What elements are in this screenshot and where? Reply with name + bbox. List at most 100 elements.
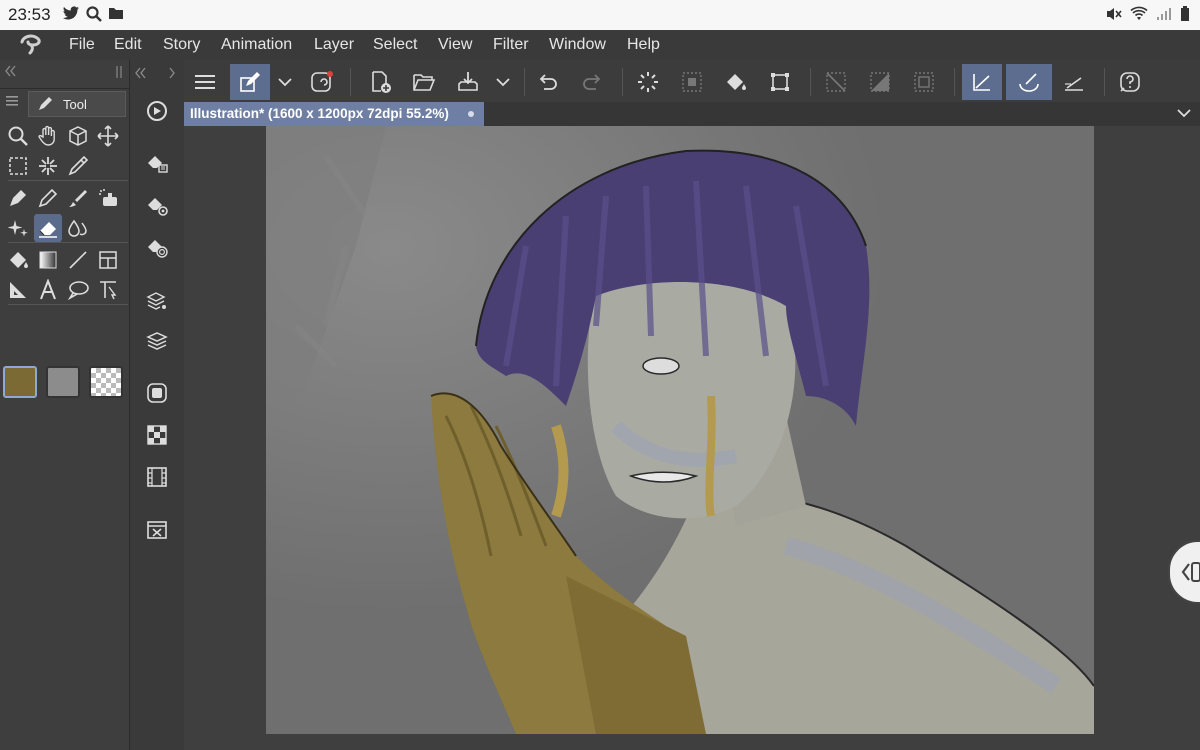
edit-dropdown-button[interactable] bbox=[270, 64, 300, 100]
pencil-tool[interactable] bbox=[34, 184, 62, 212]
snap-to-grid-button[interactable] bbox=[1054, 64, 1094, 100]
balloon-tool[interactable] bbox=[64, 276, 92, 304]
collapse-rail-icon[interactable] bbox=[134, 66, 146, 80]
zoom-tool[interactable] bbox=[4, 122, 32, 150]
invert-selection-button[interactable] bbox=[860, 64, 900, 100]
paint-bucket-icon bbox=[7, 249, 29, 271]
material-button[interactable] bbox=[142, 420, 172, 450]
clear-button[interactable] bbox=[628, 64, 668, 100]
navigator-button[interactable] bbox=[142, 96, 172, 126]
open-folder-icon bbox=[412, 70, 436, 94]
canvas-area[interactable] bbox=[184, 126, 1200, 750]
text-tool[interactable] bbox=[34, 276, 62, 304]
brush-tool[interactable] bbox=[64, 184, 92, 212]
menu-file[interactable]: File bbox=[69, 36, 95, 54]
tool-property-button[interactable] bbox=[142, 148, 172, 178]
tabs-chevron-down-icon[interactable] bbox=[1176, 107, 1192, 119]
menu-layer[interactable]: Layer bbox=[314, 36, 354, 54]
spiral-record-icon bbox=[309, 70, 335, 94]
airbrush-tool[interactable] bbox=[94, 184, 122, 212]
tool-divider bbox=[8, 180, 128, 181]
brush-size-button[interactable] bbox=[142, 190, 172, 220]
clear-outside-selection-button[interactable] bbox=[672, 64, 712, 100]
menu-edit[interactable]: Edit bbox=[114, 36, 142, 54]
figure-tool[interactable] bbox=[64, 246, 92, 274]
airbrush-icon bbox=[97, 187, 119, 209]
correct-line-tool[interactable] bbox=[94, 276, 122, 304]
illustration-canvas[interactable] bbox=[266, 126, 1094, 734]
snap-to-special-ruler-button[interactable] bbox=[1006, 64, 1052, 100]
pen-tool[interactable] bbox=[4, 184, 32, 212]
panel-grip-icon[interactable] bbox=[114, 65, 124, 79]
chevron-left-icon bbox=[1180, 560, 1200, 584]
deselect-button[interactable] bbox=[816, 64, 856, 100]
status-right-icons bbox=[1106, 6, 1190, 22]
ruler-tool[interactable] bbox=[4, 276, 32, 304]
navigator-icon bbox=[145, 99, 169, 123]
menu-bar: File Edit Story Animation Layer Select V… bbox=[0, 30, 1200, 61]
open-button[interactable] bbox=[404, 64, 444, 100]
fill-tool[interactable] bbox=[4, 246, 32, 274]
sub-tool-button[interactable] bbox=[142, 232, 172, 262]
main-menu-button[interactable] bbox=[186, 64, 226, 100]
menu-animation[interactable]: Animation bbox=[221, 36, 292, 54]
edit-toggle-button[interactable] bbox=[230, 64, 270, 100]
menu-window[interactable]: Window bbox=[549, 36, 606, 54]
redo-button[interactable] bbox=[572, 64, 612, 100]
clip-studio-button[interactable] bbox=[302, 64, 342, 100]
new-button[interactable] bbox=[360, 64, 400, 100]
unsaved-dot-icon[interactable] bbox=[468, 111, 474, 117]
tool-panel: Tool bbox=[0, 60, 130, 750]
menu-story[interactable]: Story bbox=[163, 36, 200, 54]
auto-select-tool[interactable] bbox=[34, 152, 62, 180]
tool-panel-tabs: Tool bbox=[0, 89, 129, 117]
fill-button[interactable] bbox=[716, 64, 756, 100]
transparent-color-swatch[interactable] bbox=[89, 366, 123, 398]
menu-filter[interactable]: Filter bbox=[493, 36, 529, 54]
transform-icon bbox=[768, 70, 792, 94]
expand-rail-icon[interactable] bbox=[168, 66, 176, 80]
pencil-tool-icon bbox=[37, 187, 59, 209]
main-color-swatch[interactable] bbox=[3, 366, 37, 398]
frame-border-tool[interactable] bbox=[94, 246, 122, 274]
sub-color-swatch[interactable] bbox=[46, 366, 80, 398]
color-circle-button[interactable] bbox=[142, 378, 172, 408]
document-tab[interactable]: Illustration* (1600 x 1200px 72dpi 55.2%… bbox=[184, 102, 484, 126]
layer-button[interactable] bbox=[142, 326, 172, 356]
layer-property-button[interactable] bbox=[142, 286, 172, 316]
save-button[interactable] bbox=[448, 64, 488, 100]
tool-panel-header bbox=[0, 60, 129, 89]
clip-studio-logo-icon[interactable] bbox=[18, 34, 44, 56]
decoration-tool[interactable] bbox=[4, 214, 32, 242]
gradient-tool[interactable] bbox=[34, 246, 62, 274]
transform-button[interactable] bbox=[760, 64, 800, 100]
selection-tool[interactable] bbox=[4, 152, 32, 180]
snap-to-ruler-button[interactable] bbox=[962, 64, 1002, 100]
material-grid-icon bbox=[145, 423, 169, 447]
menu-help[interactable]: Help bbox=[627, 36, 660, 54]
hand-tool[interactable] bbox=[34, 122, 62, 150]
toolbar-separator bbox=[524, 68, 525, 96]
help-button[interactable] bbox=[1110, 64, 1150, 100]
search-icon bbox=[86, 6, 102, 22]
eyedropper-tool[interactable] bbox=[64, 152, 92, 180]
panel-menu-icon[interactable] bbox=[6, 95, 18, 107]
undo-button[interactable] bbox=[528, 64, 568, 100]
toolbar-separator bbox=[622, 68, 623, 96]
tab-tool[interactable]: Tool bbox=[28, 91, 126, 117]
eyedropper-icon bbox=[67, 155, 89, 177]
collapse-left-icon[interactable] bbox=[4, 64, 16, 78]
object-3d-tool[interactable] bbox=[64, 122, 92, 150]
command-bar bbox=[184, 60, 1200, 103]
save-dropdown-button[interactable] bbox=[488, 64, 518, 100]
show-selection-button[interactable] bbox=[904, 64, 944, 100]
color-square-icon bbox=[145, 381, 169, 405]
timeline-button[interactable] bbox=[142, 462, 172, 492]
menu-view[interactable]: View bbox=[438, 36, 472, 54]
toolbar-separator bbox=[954, 68, 955, 96]
eraser-tool[interactable] bbox=[34, 214, 62, 242]
blend-tool[interactable] bbox=[64, 214, 92, 242]
menu-select[interactable]: Select bbox=[373, 36, 417, 54]
move-tool[interactable] bbox=[94, 122, 122, 150]
close-palettes-button[interactable] bbox=[142, 514, 172, 544]
